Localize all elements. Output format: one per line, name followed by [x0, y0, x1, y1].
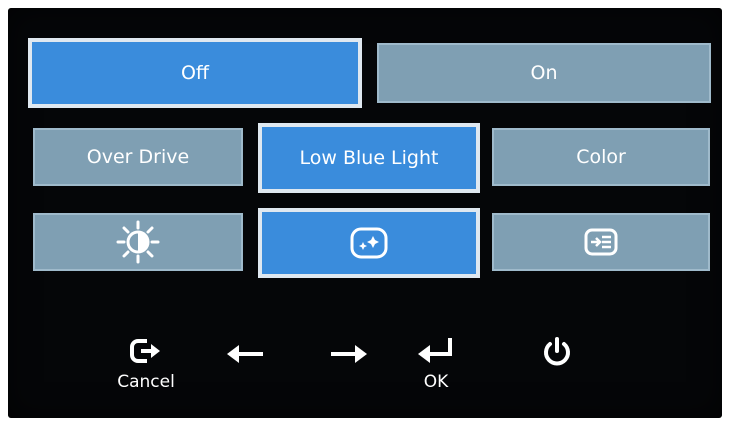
- category-color[interactable]: Color: [492, 128, 710, 186]
- exit-icon: [130, 339, 160, 363]
- right-arrow-key[interactable]: [324, 342, 374, 366]
- mode-option-off[interactable]: Off: [28, 38, 362, 108]
- ok-key[interactable]: OK: [406, 336, 466, 392]
- arrow-left-icon: [227, 345, 263, 363]
- input-source-icon: [584, 228, 618, 256]
- cancel-key[interactable]: Cancel: [116, 336, 176, 392]
- category-over-drive[interactable]: Over Drive: [33, 128, 243, 186]
- brightness-contrast-icon: [116, 220, 160, 264]
- category-low-blue-light-label: Low Blue Light: [299, 147, 439, 169]
- arrow-right-icon: [331, 345, 367, 363]
- image-effect-tile[interactable]: [258, 208, 480, 278]
- power-key[interactable]: [532, 336, 582, 368]
- category-over-drive-label: Over Drive: [86, 146, 190, 168]
- ok-label: OK: [423, 372, 449, 392]
- mode-option-on-label: On: [530, 62, 558, 84]
- image-effect-icon: [350, 227, 388, 259]
- power-icon: [544, 337, 570, 366]
- left-arrow-key[interactable]: [220, 342, 270, 366]
- cancel-label: Cancel: [117, 372, 175, 392]
- brightness-contrast-tile[interactable]: [33, 213, 243, 271]
- mode-option-off-label: Off: [180, 62, 210, 84]
- input-source-tile[interactable]: [492, 213, 710, 271]
- category-color-label: Color: [576, 146, 626, 168]
- category-low-blue-light[interactable]: Low Blue Light: [258, 123, 480, 193]
- osd-screen: Off On Over Drive Low Blue Light Color C…: [8, 8, 722, 418]
- enter-icon: [418, 338, 452, 363]
- mode-option-on[interactable]: On: [377, 43, 711, 103]
